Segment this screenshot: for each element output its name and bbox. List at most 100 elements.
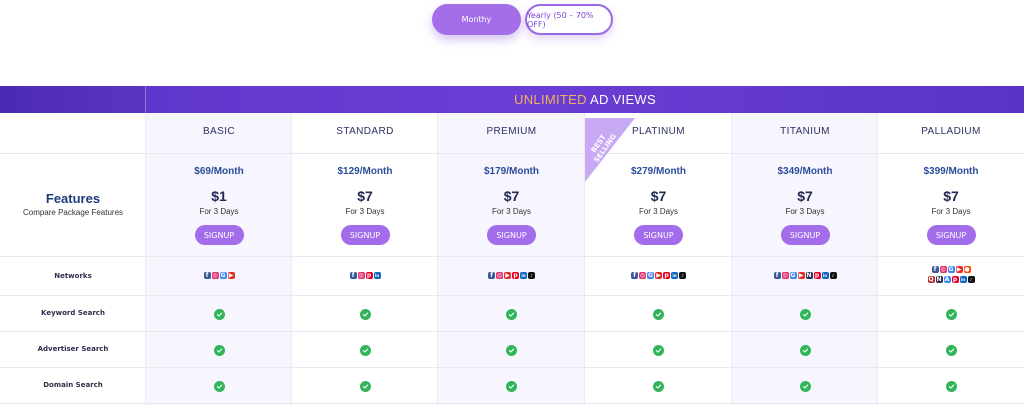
check-icon (799, 345, 811, 356)
native-icon: N (805, 271, 813, 279)
google-icon: G (647, 271, 654, 279)
facebook-icon: f (931, 266, 939, 273)
plan-price: $279/Month (630, 166, 686, 177)
network-icons: Q N Ap in ♪ (878, 276, 1024, 283)
plan-trial-price: $7 (650, 188, 667, 204)
reddit-icon: ● (963, 265, 971, 273)
signup-button[interactable]: SIGNUP (340, 225, 390, 245)
check-icon (213, 345, 225, 356)
instagram-icon: ◎ (781, 271, 789, 279)
tiktok-icon: ♪ (967, 276, 975, 283)
check-icon (213, 309, 225, 320)
plan-trial-price: $7 (943, 188, 959, 204)
plan-name: PLATINUM (631, 126, 686, 137)
band-title-rest: AD VIEWS (586, 92, 656, 107)
plan-trial-days: For 3 Days (491, 207, 532, 216)
signup-button[interactable]: SIGNUP (634, 225, 683, 245)
plan-trial-price: $7 (503, 188, 520, 204)
check-icon (945, 381, 957, 392)
header-band-left (0, 86, 146, 113)
yearly-button[interactable]: Yearly (50 – 70% OFF) (525, 4, 613, 35)
plan-name: PALLADIUM (921, 126, 981, 137)
plan-price: $399/Month (923, 166, 979, 177)
features-title: Features (45, 191, 101, 206)
plan-column-premium (438, 113, 585, 405)
network-icons: f ◎ G ▶ Np in ♪ (732, 272, 878, 279)
check-icon (506, 309, 517, 320)
network-icons: f ◎ p in (292, 272, 438, 279)
plan-price: $349/Month (777, 166, 833, 177)
google-ads-icon: A (943, 275, 951, 283)
facebook-icon: f (773, 272, 781, 279)
plan-trial-days: For 3 Days (638, 207, 679, 216)
check-icon (213, 381, 225, 392)
check-icon (945, 345, 957, 356)
signup-button[interactable]: SIGNUP (194, 225, 244, 245)
pinterest-icon: p (365, 271, 373, 279)
plan-price: $69/Month (194, 166, 244, 177)
divider (0, 367, 1024, 368)
row-label-networks: Networks (54, 272, 92, 280)
google-icon: G (947, 265, 955, 273)
band-highlight: UNLIMITED (514, 92, 587, 107)
check-icon (359, 381, 371, 392)
features-subtitle: Compare Package Features (22, 208, 124, 217)
divider (0, 153, 1024, 154)
monthly-button[interactable]: Monthy (432, 4, 521, 35)
instagram-icon: ◎ (357, 271, 365, 279)
plan-column-palladium (878, 113, 1024, 405)
divider (0, 295, 1024, 296)
plan-trial-price: $1 (211, 188, 227, 204)
google-icon: G (219, 271, 227, 279)
youtube-icon: ▶ (227, 271, 235, 279)
youtube-icon: ▶ (797, 271, 805, 279)
tiktok-icon: ♪ (528, 272, 535, 279)
check-icon (653, 381, 664, 392)
features-column (0, 113, 146, 405)
facebook-icon: f (488, 272, 495, 279)
tiktok-icon: ♪ (679, 272, 686, 279)
signup-button[interactable]: SIGNUP (487, 225, 536, 245)
billing-toggle-area: Monthy Yearly (50 – 70% OFF) (0, 0, 1024, 88)
linkedin-icon: in (959, 276, 967, 283)
instagram-icon: ◎ (639, 271, 646, 279)
plan-trial-price: $7 (357, 188, 373, 204)
network-icons: f ◎ G ▶ ● (878, 266, 1024, 273)
check-icon (359, 309, 371, 320)
linkedin-icon: in (520, 272, 527, 279)
network-icons: f ◎ G ▶ p in ♪ (585, 272, 732, 279)
check-icon (506, 345, 517, 356)
quora-icon: Q (927, 275, 935, 283)
plan-price: $129/Month (337, 166, 393, 177)
tiktok-icon: ♪ (829, 272, 837, 279)
check-icon (653, 309, 664, 320)
linkedin-icon: in (821, 272, 829, 279)
network-icons: f ◎ G ▶ (146, 272, 292, 279)
plan-name: TITANIUM (780, 126, 830, 137)
instagram-icon: ◎ (211, 271, 219, 279)
plan-trial-days: For 3 Days (931, 207, 971, 216)
check-icon (945, 309, 957, 320)
youtube-icon: ▶ (655, 271, 662, 279)
plan-column-titanium (732, 113, 878, 405)
check-icon (653, 345, 664, 356)
linkedin-icon: in (671, 272, 678, 279)
signup-button[interactable]: SIGNUP (780, 225, 830, 245)
plan-name: BASIC (202, 126, 235, 137)
row-label-keyword-search: Keyword Search (41, 309, 105, 317)
facebook-icon: f (203, 272, 211, 279)
youtube-icon: ▶ (504, 271, 511, 279)
pinterest-icon: p (512, 271, 519, 279)
row-label-advertiser-search: Advertiser Search (37, 345, 109, 353)
check-icon (506, 381, 517, 392)
divider (0, 331, 1024, 332)
plan-price: $179/Month (483, 166, 539, 177)
divider (0, 256, 1024, 257)
plan-name: STANDARD (336, 126, 394, 137)
pricing-table: UNLIMITED AD VIEWS BEST SELLING Features… (0, 86, 1024, 405)
facebook-icon: f (349, 272, 357, 279)
instagram-icon: ◎ (939, 265, 947, 273)
plan-column-basic (146, 113, 292, 405)
divider (0, 403, 1024, 404)
signup-button[interactable]: SIGNUP (926, 225, 976, 245)
